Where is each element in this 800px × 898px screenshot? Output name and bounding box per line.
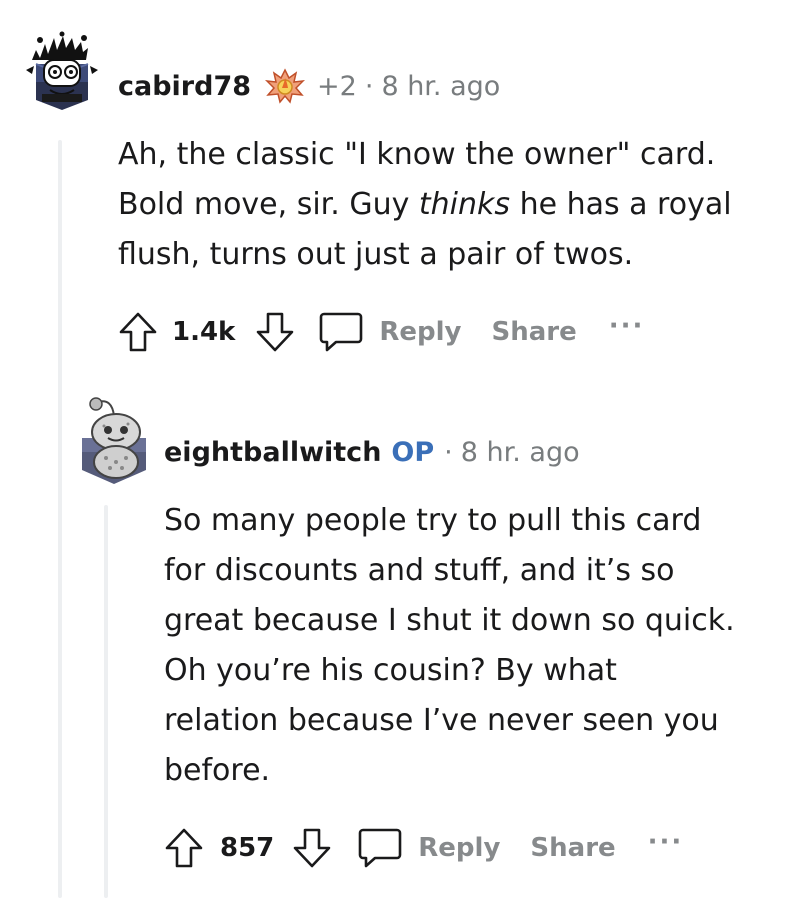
- comment-line: Bold move, sir. Guy thinks he has a roya…: [118, 187, 732, 222]
- upvote-arrow-icon[interactable]: [160, 824, 208, 872]
- thread-line-root[interactable]: [58, 140, 62, 898]
- reply-bubble-icon[interactable]: [317, 308, 365, 356]
- avatar[interactable]: [22, 30, 102, 112]
- downvote-arrow-icon[interactable]: [251, 308, 299, 356]
- username[interactable]: cabird78: [118, 71, 251, 102]
- more-options-button[interactable]: ···: [609, 311, 645, 341]
- comment-meta: eightballwitch OP · 8 hr. ago: [164, 434, 580, 470]
- comment-line: before.: [164, 753, 271, 788]
- downvote-arrow-icon[interactable]: [288, 824, 336, 872]
- vote-score: 857: [220, 833, 275, 863]
- comment-body: Ah, the classic "I know the owner" card.…: [118, 130, 732, 280]
- vote-score: 1.4k: [172, 317, 236, 347]
- username[interactable]: eightballwitch: [164, 437, 381, 468]
- share-button[interactable]: Share: [492, 317, 577, 347]
- thread-line-reply[interactable]: [104, 505, 108, 898]
- comment-line: great because I shut it down so quick.: [164, 603, 735, 638]
- comment-actions: 1.4k Reply Share ···: [114, 308, 644, 356]
- share-button[interactable]: Share: [530, 833, 615, 863]
- op-badge: OP: [391, 436, 435, 468]
- timestamp[interactable]: 8 hr. ago: [381, 71, 500, 102]
- emphasis: thinks: [418, 187, 511, 222]
- reply-button[interactable]: Reply: [418, 833, 500, 863]
- timestamp[interactable]: 8 hr. ago: [461, 437, 580, 468]
- reply-button[interactable]: Reply: [379, 317, 461, 347]
- meta-separator: ·: [364, 70, 374, 102]
- fire-award-icon[interactable]: [265, 68, 306, 104]
- reply-bubble-icon[interactable]: [356, 824, 404, 872]
- comment-line: Ah, the classic "I know the owner" card.: [118, 137, 716, 172]
- comment-line: So many people try to pull this card: [164, 503, 702, 538]
- comment-actions: 857 Reply Share ···: [160, 824, 683, 872]
- meta-separator: ·: [444, 436, 453, 468]
- comment-meta: cabird78 +2 · 8 hr. ago: [118, 68, 500, 104]
- comment-line: relation because I’ve never seen you: [164, 703, 719, 738]
- more-options-button[interactable]: ···: [648, 827, 684, 857]
- upvote-arrow-icon[interactable]: [114, 308, 162, 356]
- award-count: +2: [317, 70, 357, 102]
- comment-line: for discounts and stuff, and it’s so: [164, 553, 675, 588]
- avatar[interactable]: [76, 396, 152, 486]
- comment-body: So many people try to pull this card for…: [164, 496, 735, 796]
- comment-line: flush, turns out just a pair of twos.: [118, 237, 634, 272]
- comment-line: Oh you’re his cousin? By what: [164, 653, 617, 688]
